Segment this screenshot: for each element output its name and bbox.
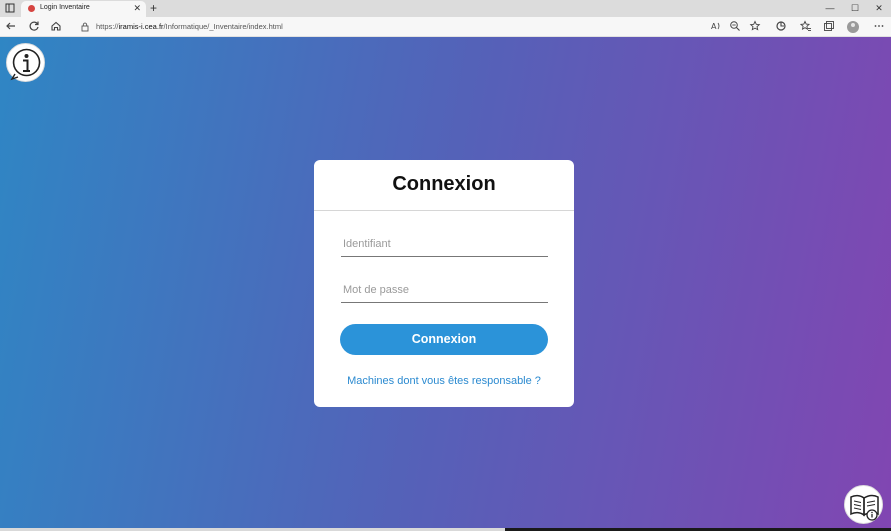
site-favicon-icon (28, 5, 35, 12)
username-input[interactable] (341, 231, 548, 257)
more-icon[interactable] (872, 20, 886, 34)
favorites-icon[interactable] (799, 20, 813, 34)
close-window-button[interactable]: ✕ (867, 1, 891, 15)
svg-text:A: A (711, 22, 717, 31)
collections-icon[interactable] (822, 20, 836, 34)
profile-icon[interactable] (847, 21, 859, 33)
manual-book-icon[interactable] (844, 485, 883, 524)
browser-tab[interactable]: Login Inventaire ✕ (21, 1, 146, 17)
address-bar[interactable]: https://iramis-i.cea.fr/Informatique/_In… (72, 19, 726, 35)
favorite-add-icon[interactable] (748, 20, 762, 34)
tab-actions-icon[interactable] (4, 3, 15, 14)
login-button[interactable]: Connexion (340, 324, 548, 355)
browser-toolbar: https://iramis-i.cea.fr/Informatique/_In… (0, 17, 891, 37)
login-title: Connexion (392, 173, 496, 195)
zoom-icon[interactable] (728, 20, 742, 34)
lock-icon (81, 22, 89, 32)
browser-titlebar: Login Inventaire ✕ + — ☐ ✕ (0, 0, 891, 17)
home-icon[interactable] (49, 20, 63, 34)
password-input[interactable] (341, 277, 548, 303)
responsible-machines-link[interactable]: Machines dont vous êtes responsable ? (314, 375, 574, 387)
divider (314, 210, 574, 211)
tab-close-icon[interactable]: ✕ (133, 3, 141, 14)
refresh-icon[interactable] (27, 20, 41, 34)
new-tab-button[interactable]: + (150, 1, 157, 15)
tab-title: Login Inventaire (40, 4, 90, 11)
maximize-button[interactable]: ☐ (843, 1, 867, 15)
info-icon[interactable] (6, 43, 45, 82)
read-aloud-icon[interactable]: A (709, 20, 723, 34)
minimize-button[interactable]: — (818, 1, 842, 15)
url-text: https://iramis-i.cea.fr/Informatique/_In… (96, 22, 283, 31)
extensions-icon[interactable] (774, 20, 788, 34)
login-card: Connexion Connexion Machines dont vous ê… (314, 160, 574, 407)
back-arrow-icon[interactable] (4, 20, 18, 34)
